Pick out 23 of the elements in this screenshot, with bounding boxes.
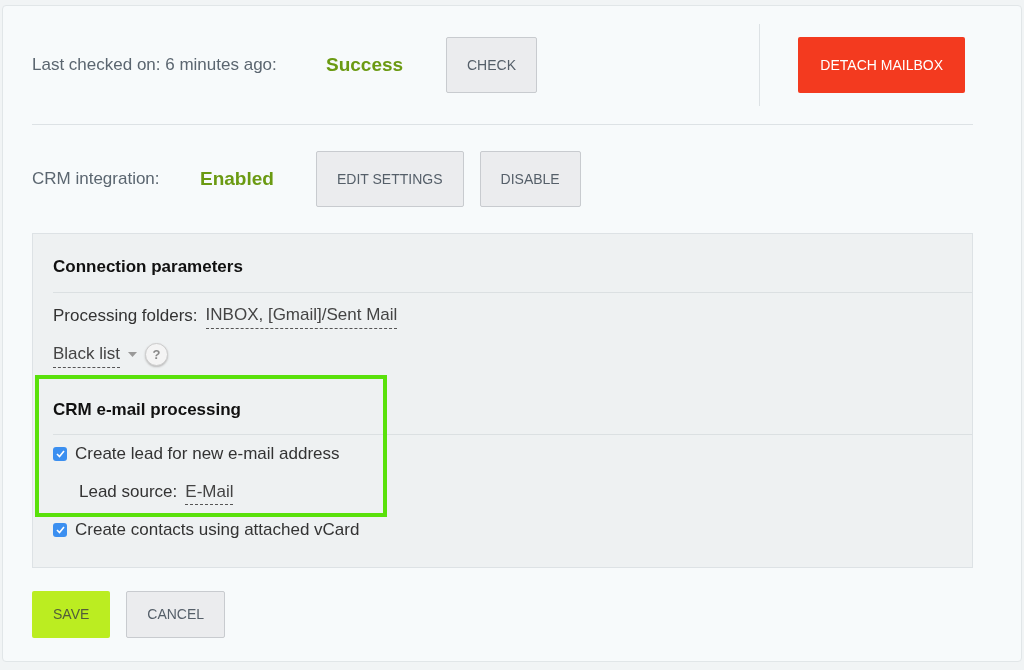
crm-button[interactable]: DISABLE (479, 151, 581, 207)
status-text: Success (326, 52, 405, 77)
crm-status-text: Enabled (200, 166, 275, 191)
detach-mailbox-button[interactable]: DETACH MAILBOX (798, 37, 965, 93)
caret-icon[interactable] (128, 352, 138, 357)
cancel-button[interactable]: CANCEL (126, 591, 226, 638)
crm-integration-label: CRM integration: (32, 168, 161, 191)
lead-source-link[interactable]: E-Mail (185, 478, 234, 506)
save-button[interactable]: SAVE (32, 591, 111, 638)
field-label: Lead source: (79, 481, 178, 504)
exclusion-list-link[interactable]: Black list (53, 341, 121, 368)
help-icon[interactable]: ? (145, 343, 169, 366)
crm-button[interactable]: EDIT SETTINGS (316, 151, 464, 207)
section-title: CRM e-mail processing (53, 398, 242, 421)
section-title: Connection parameters (53, 256, 244, 278)
option-label: Create contacts using attached vCard (75, 519, 360, 542)
checkbox[interactable] (53, 523, 67, 537)
checkbox[interactable] (53, 447, 67, 461)
check-button[interactable]: CHECK (446, 37, 537, 93)
folders-label: Processing folders: (53, 304, 198, 327)
folders-link[interactable]: INBOX, [Gmail]/Sent Mail (205, 302, 398, 329)
option-label: Create lead for new e-mail address (75, 443, 340, 466)
status-label: Last checked on: 6 minutes ago: (32, 54, 278, 77)
